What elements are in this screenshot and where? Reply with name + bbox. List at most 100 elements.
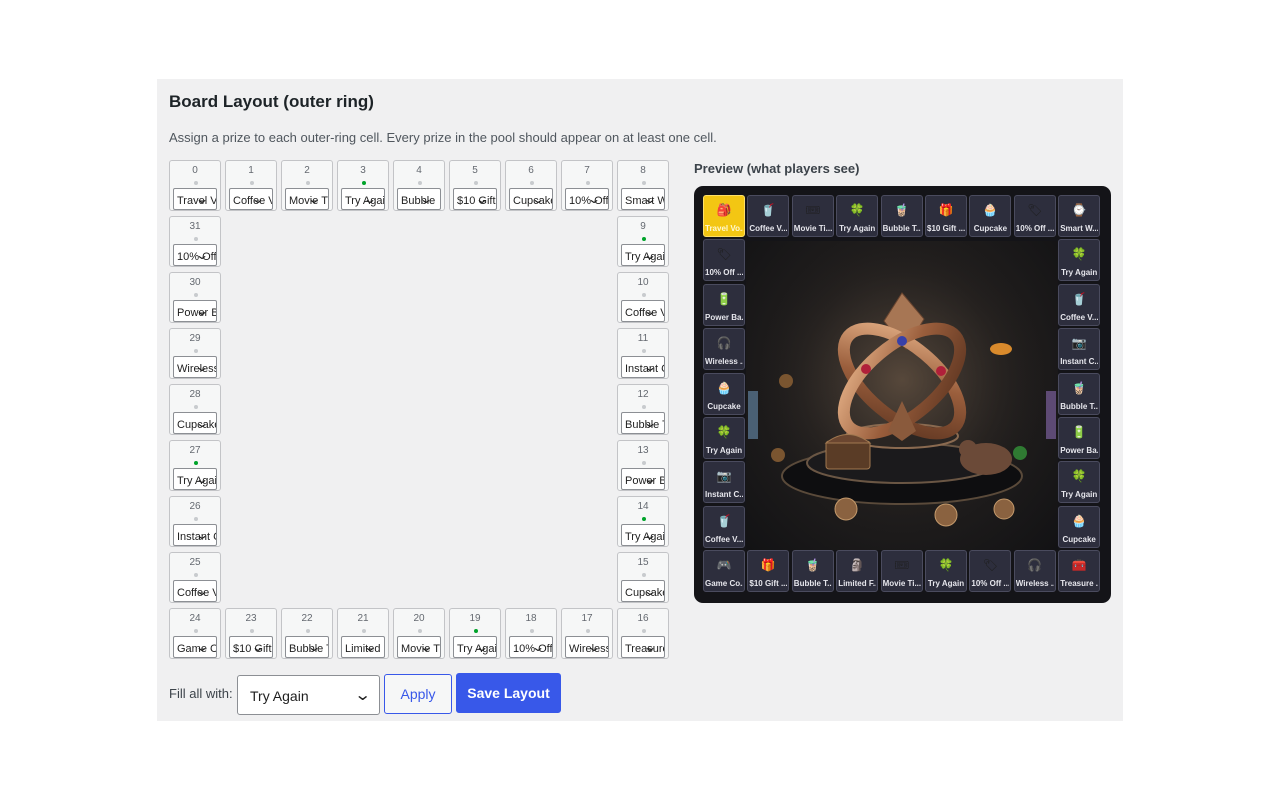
chevron-down-icon: ⌄ (250, 640, 266, 654)
preview-tile: 🧋 Bubble T... (1058, 372, 1101, 415)
cell-prize-select[interactable]: Try Agai ⌄ (341, 188, 385, 210)
cell-index: 25 (189, 557, 201, 568)
cell-index: 16 (637, 613, 649, 624)
prize-icon: 🍀 (849, 203, 865, 217)
prize-indicator-dot (642, 573, 646, 577)
cell-prize-select[interactable]: Try Agai ⌄ (173, 468, 217, 490)
chevron-down-icon: ⌄ (362, 640, 378, 654)
board-cell: 30 Power B ⌄ (169, 272, 221, 323)
save-layout-button[interactable]: Save Layout (456, 673, 561, 713)
prize-icon: 🍀 (1071, 469, 1087, 484)
preview-tile: 🎧 Wireless ... (1013, 550, 1056, 593)
preview-tile: 🍀 Try Again (1058, 239, 1101, 282)
preview-tile-label: Power Ba... (1060, 446, 1098, 455)
preview-tile-label: Try Again (927, 579, 965, 589)
board-cell: 16 Treasure ⌄ (617, 608, 669, 659)
preview-tile: 🧋 Bubble T... (880, 195, 923, 237)
cell-prize-select[interactable]: Coffee V ⌄ (173, 580, 217, 602)
cell-prize-select[interactable]: Try Agai ⌄ (453, 636, 497, 658)
cell-prize-select[interactable]: Bubble ⌄ (397, 188, 441, 210)
cell-prize-select[interactable]: $10 Gift ⌄ (229, 636, 273, 658)
preview-tile-label: Cupcake (1062, 534, 1096, 544)
cell-prize-select[interactable]: Bubble T ⌄ (285, 636, 329, 658)
chevron-down-icon: ⌄ (250, 192, 266, 206)
board-cell: 27 Try Agai ⌄ (169, 440, 221, 491)
prize-icon: 🧁 (1071, 513, 1087, 528)
cell-prize-select[interactable]: Movie T ⌄ (397, 636, 441, 658)
cell-prize-select[interactable]: Smart W ⌄ (621, 188, 665, 210)
preview-tile: 🎮 Game Co... (703, 550, 745, 593)
prize-indicator-dot (194, 629, 198, 633)
cell-index: 0 (192, 165, 198, 176)
fill-all-select[interactable]: Try Again ⌄ (237, 675, 380, 715)
board-cell: 22 Bubble T ⌄ (281, 608, 333, 659)
prize-icon: 📷 (716, 469, 732, 484)
cell-prize-select[interactable]: Cupcake ⌄ (173, 412, 217, 434)
cell-index: 28 (189, 389, 201, 400)
chevron-down-icon: ⌄ (530, 640, 546, 654)
prize-indicator-dot (306, 629, 310, 633)
cell-prize-select[interactable]: Bubble T ⌄ (621, 412, 665, 434)
prize-indicator-dot (530, 629, 534, 633)
board-cell: 15 Cupcake ⌄ (617, 552, 669, 603)
cell-prize-select[interactable]: Game C ⌄ (173, 636, 217, 658)
prize-indicator-dot (586, 629, 590, 633)
cell-prize-select[interactable]: Coffee V ⌄ (229, 188, 273, 210)
cell-prize-select[interactable]: Power B ⌄ (173, 300, 217, 322)
cell-prize-select[interactable]: Cupcake ⌄ (621, 580, 665, 602)
cell-prize-select[interactable]: Treasure ⌄ (621, 636, 665, 658)
cell-prize-select[interactable]: Instant C ⌄ (621, 356, 665, 378)
prize-indicator-dot (642, 517, 646, 521)
chevron-down-icon: ⌄ (474, 640, 490, 654)
cell-index: 29 (189, 333, 201, 344)
cell-prize-select[interactable]: 10% Off ⌄ (173, 244, 217, 266)
cell-prize-select[interactable]: Power B ⌄ (621, 468, 665, 490)
cell-prize-select[interactable]: Limited ⌄ (341, 636, 385, 658)
board-preview: 🎒 Travel Vo... 🥤 Coffee V... 🎟 Movie Ti... 🍀 Tr… (694, 186, 1111, 603)
cell-prize-select[interactable]: 10% Off ⌄ (565, 188, 609, 210)
prize-indicator-dot (194, 237, 198, 241)
preview-tile-label: Bubble T... (882, 224, 921, 233)
preview-tile: 🧋 Bubble T... (791, 550, 834, 593)
prize-icon: 🧁 (716, 380, 732, 395)
prize-indicator-dot (306, 181, 310, 185)
cell-prize-select[interactable]: Try Agai ⌄ (621, 244, 665, 266)
preview-tile-label: Try Again (1061, 268, 1098, 278)
cell-prize-select[interactable]: Coffee V ⌄ (621, 300, 665, 322)
preview-tile: 📷 Instant C... (703, 461, 745, 504)
apply-button[interactable]: Apply (384, 674, 452, 714)
chevron-down-icon: ⌄ (642, 584, 658, 598)
board-cell: 11 Instant C ⌄ (617, 328, 669, 379)
chevron-down-icon: ⌄ (194, 528, 210, 542)
prize-icon: 🏷 (1027, 203, 1043, 217)
fill-all-label: Fill all with: (169, 686, 233, 701)
cell-prize-select[interactable]: Try Agai ⌄ (621, 524, 665, 546)
cell-prize-select[interactable]: Wireless ⌄ (565, 636, 609, 658)
chevron-down-icon: ⌄ (194, 584, 210, 598)
board-cell: 9 Try Agai ⌄ (617, 216, 669, 267)
preview-tile-label: Wireless ... (705, 357, 743, 367)
prize-indicator-dot (250, 181, 254, 185)
chevron-down-icon: ⌄ (642, 360, 658, 374)
prize-icon: 🔋 (716, 291, 732, 306)
preview-title: Preview (what players see) (694, 161, 860, 176)
board-cell: 8 Smart W ⌄ (617, 160, 669, 211)
prize-icon: 🎧 (1027, 558, 1043, 573)
preview-tile: 🏷 10% Off ... (969, 550, 1012, 593)
preview-tile: 🎁 $10 Gift ... (747, 550, 790, 593)
preview-tile-label: Coffee V... (1060, 312, 1099, 322)
chevron-down-icon: ⌄ (194, 416, 210, 430)
prize-icon: 🧋 (805, 558, 821, 573)
cell-prize-select[interactable]: 10% Off ⌄ (509, 636, 553, 658)
cell-prize-select[interactable]: $10 Gift ⌄ (453, 188, 497, 210)
cell-prize-select[interactable]: Movie T ⌄ (285, 188, 329, 210)
board-cell: 4 Bubble ⌄ (393, 160, 445, 211)
cell-prize-select[interactable]: Wireless ⌄ (173, 356, 217, 378)
cell-prize-select[interactable]: Travel V ⌄ (173, 188, 217, 210)
cell-prize-select[interactable]: Cupcake ⌄ (509, 188, 553, 210)
prize-icon: 🧰 (1071, 558, 1087, 573)
cell-index: 1 (248, 165, 254, 176)
prize-icon: 📷 (1071, 336, 1087, 351)
preview-tile-label: Movie Ti... (882, 579, 921, 589)
cell-prize-select[interactable]: Instant C ⌄ (173, 524, 217, 546)
